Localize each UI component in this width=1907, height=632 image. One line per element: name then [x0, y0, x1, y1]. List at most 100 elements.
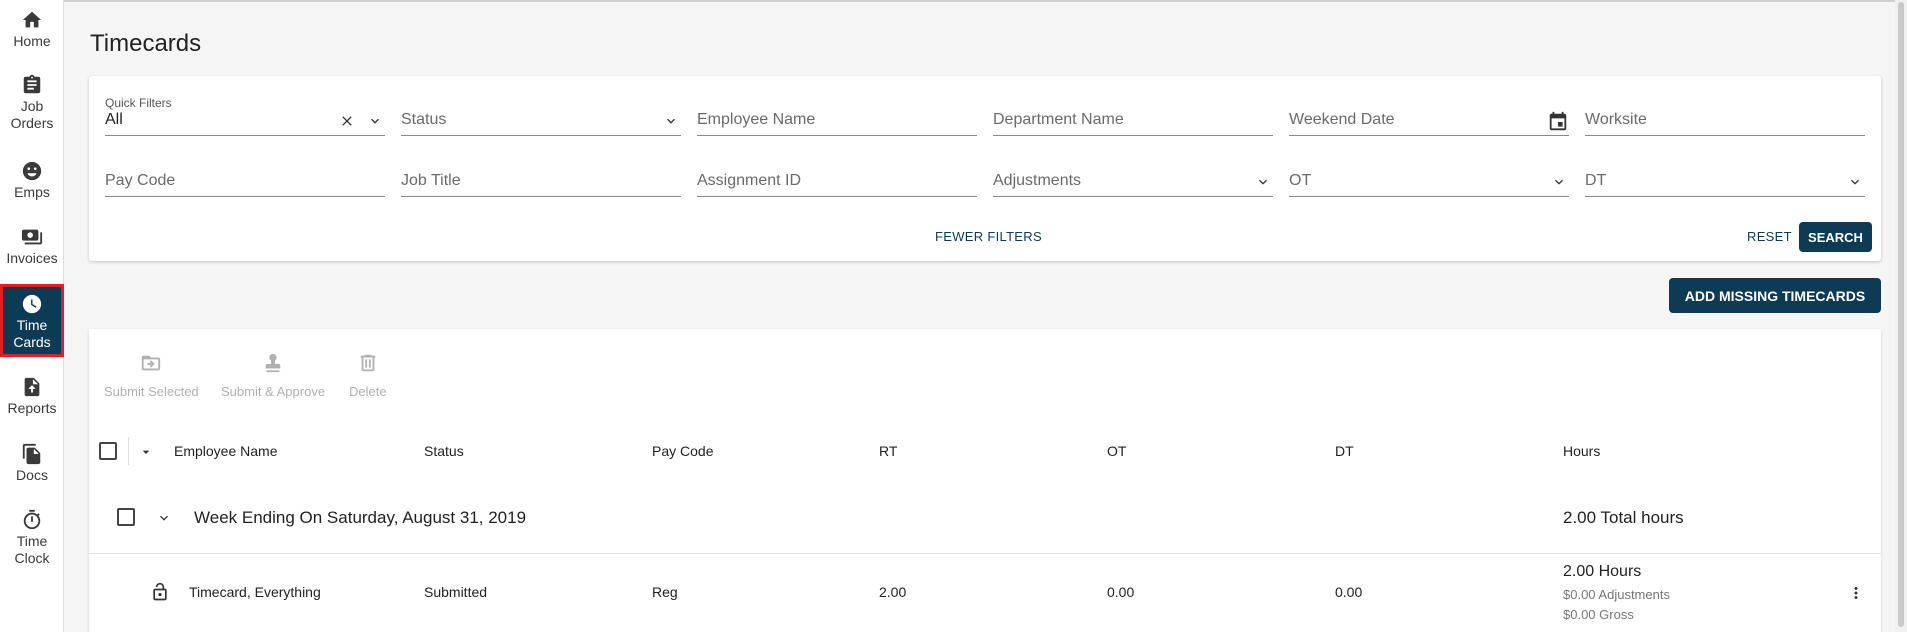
sidebar-item-label: Home: [13, 33, 51, 49]
submit-selected-action[interactable]: Submit Selected: [104, 352, 199, 399]
header-hours[interactable]: Hours: [1563, 443, 1600, 459]
chevron-down-icon: [1551, 174, 1567, 190]
scrollbar-thumb[interactable]: [1898, 2, 1904, 627]
row-pay-code: Reg: [652, 584, 678, 600]
stamp-icon: [265, 353, 281, 373]
chevron-down-icon: [1847, 174, 1863, 190]
status-placeholder: Status: [401, 111, 447, 128]
add-missing-timecards-button[interactable]: ADD MISSING TIMECARDS: [1669, 278, 1881, 313]
header-employee-name[interactable]: Employee Name: [174, 443, 278, 459]
worksite-input[interactable]: Worksite: [1585, 102, 1865, 136]
delete-label: Delete: [349, 384, 387, 399]
header-ot[interactable]: OT: [1107, 443, 1126, 459]
department-name-input[interactable]: Department Name: [993, 102, 1273, 136]
trash-icon: [360, 354, 376, 372]
reset-button[interactable]: RESET: [1747, 229, 1792, 244]
stopwatch-icon: [23, 509, 41, 530]
submit-selected-label: Submit Selected: [104, 384, 199, 399]
sidebar-item-reports[interactable]: Reports: [0, 376, 64, 422]
calendar-icon[interactable]: [1547, 111, 1569, 133]
worksite-placeholder: Worksite: [1585, 111, 1647, 128]
assignment-id-placeholder: Assignment ID: [697, 172, 802, 189]
row-dt: 0.00: [1335, 584, 1363, 600]
chevron-down-icon: [663, 113, 679, 129]
page-title: Timecards: [90, 30, 202, 57]
quick-filters-value: All: [105, 111, 123, 128]
folder-move-icon: [142, 355, 161, 371]
pay-code-placeholder: Pay Code: [105, 172, 176, 189]
sidebar-item-time-clock[interactable]: Time Clock: [0, 509, 64, 573]
adjustments-select[interactable]: Adjustments: [993, 163, 1273, 197]
row-adjustments: $0.00 Adjustments: [1563, 587, 1670, 602]
sidebar-item-invoices[interactable]: Invoices: [0, 226, 64, 272]
row-rt: 2.00: [879, 584, 907, 600]
filter-panel: Quick Filters All Status Employee Name D…: [89, 76, 1881, 261]
scrollbar[interactable]: [1895, 0, 1907, 632]
sidebar-item-label: Docs: [16, 467, 48, 483]
ot-placeholder: OT: [1289, 172, 1312, 189]
header-status[interactable]: Status: [424, 443, 464, 459]
quick-filters-select[interactable]: Quick Filters All: [105, 96, 385, 136]
sidebar-item-label: Job Orders: [10, 98, 54, 131]
header-dt[interactable]: DT: [1335, 443, 1354, 459]
delete-action[interactable]: Delete: [349, 352, 387, 399]
row-divider: [89, 553, 1881, 554]
money-icon: [21, 229, 43, 245]
home-icon: [22, 11, 42, 28]
job-title-input[interactable]: Job Title: [401, 163, 681, 197]
sidebar-item-home[interactable]: Home: [0, 9, 64, 55]
assignment-id-input[interactable]: Assignment ID: [697, 163, 977, 197]
group-total-hours: 2.00 Total hours: [1563, 508, 1684, 527]
group-title: Week Ending On Saturday, August 31, 2019: [194, 508, 527, 527]
documents-icon: [22, 443, 41, 465]
fewer-filters-button[interactable]: FEWER FILTERS: [935, 229, 1042, 244]
quick-filters-label: Quick Filters: [105, 96, 172, 110]
employee-name-input[interactable]: Employee Name: [697, 102, 977, 136]
sidebar-item-label: Time Clock: [14, 533, 50, 566]
clock-icon: [22, 294, 42, 314]
chevron-down-icon[interactable]: [156, 510, 172, 526]
group-checkbox[interactable]: [117, 508, 135, 526]
header-rt[interactable]: RT: [879, 443, 897, 459]
search-button[interactable]: SEARCH: [1799, 222, 1872, 252]
caret-down-icon[interactable]: [138, 444, 154, 460]
sidebar-item-label: Reports: [7, 400, 57, 416]
dt-select[interactable]: DT: [1585, 163, 1865, 197]
submit-approve-action[interactable]: Submit & Approve: [221, 352, 325, 399]
row-gross: $0.00 Gross: [1563, 607, 1634, 622]
sidebar-item-label: Invoices: [6, 250, 58, 266]
row-ot: 0.00: [1107, 584, 1135, 600]
top-divider: [0, 0, 1907, 2]
status-select[interactable]: Status: [401, 102, 681, 136]
chevron-down-icon[interactable]: [367, 113, 383, 129]
employee-name-placeholder: Employee Name: [697, 111, 816, 128]
more-vert-icon[interactable]: [1847, 584, 1865, 602]
sidebar-item-label: Time Cards: [13, 317, 51, 350]
submit-approve-label: Submit & Approve: [221, 384, 326, 399]
sidebar: Home Job Orders Emps Invoices Time Cards…: [0, 0, 64, 632]
pay-code-input[interactable]: Pay Code: [105, 163, 385, 197]
ot-select[interactable]: OT: [1289, 163, 1569, 197]
unlock-icon[interactable]: [150, 582, 170, 602]
sidebar-item-emps[interactable]: Emps: [0, 160, 64, 206]
dt-placeholder: DT: [1585, 172, 1607, 189]
department-name-placeholder: Department Name: [993, 111, 1124, 128]
select-all-checkbox[interactable]: [99, 442, 117, 460]
weekend-date-input[interactable]: Weekend Date: [1289, 102, 1569, 136]
header-pay-code[interactable]: Pay Code: [652, 443, 713, 459]
adjustments-placeholder: Adjustments: [993, 172, 1082, 189]
sidebar-item-label: Emps: [14, 184, 50, 200]
row-employee-name[interactable]: Timecard, Everything: [189, 584, 321, 600]
report-upload-icon: [24, 377, 40, 397]
header-divider: [128, 437, 129, 465]
people-icon: [22, 161, 42, 181]
weekend-date-placeholder: Weekend Date: [1289, 111, 1395, 128]
job-title-placeholder: Job Title: [401, 172, 461, 189]
row-status: Submitted: [424, 584, 488, 600]
chevron-down-icon: [1255, 174, 1271, 190]
sidebar-item-job-orders[interactable]: Job Orders: [0, 74, 64, 138]
sidebar-item-time-cards[interactable]: Time Cards: [0, 284, 64, 357]
sidebar-item-docs[interactable]: Docs: [0, 443, 64, 489]
clear-icon[interactable]: [339, 113, 355, 129]
row-hours: 2.00 Hours: [1563, 563, 1642, 580]
